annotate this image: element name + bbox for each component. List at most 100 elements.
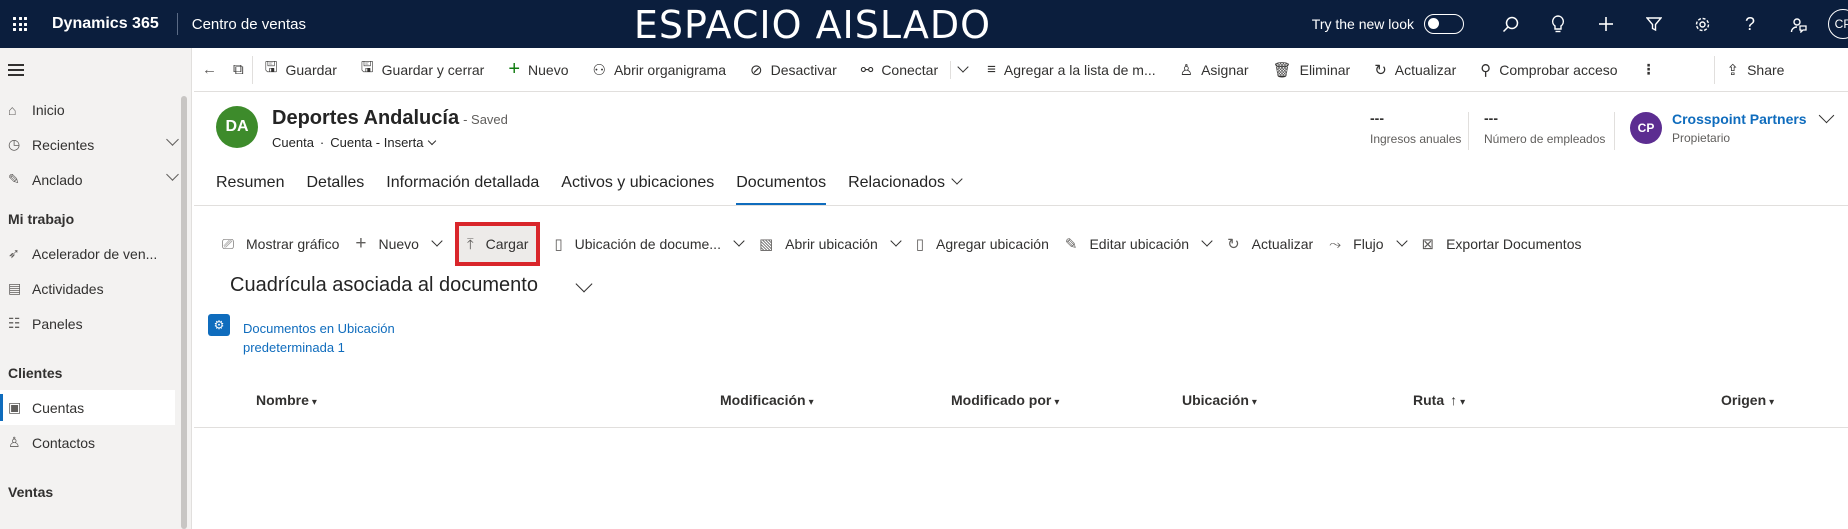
org-chart-button[interactable]: ⚇ Abrir organigrama [581, 48, 739, 92]
flow-button[interactable]: ⤳ Flujo [1321, 226, 1413, 262]
user-avatar[interactable]: CP [1828, 9, 1848, 39]
deactivate-button[interactable]: ⊘ Desactivar [738, 48, 849, 92]
show-chart-button[interactable]: ⎚ Mostrar gráfico [214, 226, 347, 262]
sidebar-item-acelerador[interactable]: ➶ Acelerador de ven... [0, 236, 191, 271]
new-look-toggle[interactable] [1424, 14, 1464, 34]
edit-location-button[interactable]: ✎ Editar ubicación [1057, 226, 1219, 262]
assign-icon: ♙ [1179, 61, 1194, 79]
refresh-icon: ↻ [1374, 61, 1387, 79]
sidebar-item-actividades[interactable]: ▤ Actividades [0, 271, 191, 306]
document-location-button[interactable]: ▯ Ubicación de docume... [546, 226, 751, 262]
new-label: Nuevo [528, 61, 569, 78]
document-location-link[interactable]: Documentos en Ubicación predeterminada 1 [243, 319, 423, 357]
chevron-down-icon[interactable] [166, 168, 179, 181]
owner-label: Propietario [1672, 131, 1731, 145]
filter-icon[interactable] [1630, 0, 1678, 48]
connect-dropdown-button[interactable] [951, 48, 975, 92]
grid-title: Cuadrícula asociada al documento [230, 274, 538, 296]
chevron-down-icon: ▾ [808, 397, 814, 408]
delete-button[interactable]: 🗑 Eliminar [1261, 48, 1363, 92]
export-documents-button[interactable]: ⊠ Exportar Documentos [1414, 226, 1590, 262]
column-header-modificacion[interactable]: Modificación ▾ [720, 392, 814, 408]
pin-icon: ✎ [8, 171, 20, 187]
separator-dot: · [319, 135, 325, 150]
record-tabs: Resumen Detalles Información detallada A… [194, 165, 972, 205]
connect-icon: ⚯ [860, 61, 874, 79]
open-location-label: Abrir ubicación [785, 236, 878, 252]
column-header-origen[interactable]: Origen ▾ [1721, 392, 1774, 408]
feedback-icon[interactable] [1774, 0, 1822, 48]
chevron-down-icon[interactable] [1818, 107, 1835, 124]
tab-resumen[interactable]: Resumen [216, 165, 284, 205]
new-button[interactable]: + Nuevo [496, 48, 580, 92]
chevron-down-icon: ▾ [1460, 397, 1466, 408]
tab-informacion-detallada[interactable]: Información detallada [386, 165, 539, 205]
tab-relacionados[interactable]: Relacionados [848, 165, 963, 205]
sidebar-scrollbar[interactable] [181, 96, 187, 529]
search-icon[interactable] [1486, 0, 1534, 48]
sidebar-item-recientes[interactable]: ◷ Recientes [0, 127, 191, 162]
record-title: Deportes Andalucía - Saved [272, 107, 508, 130]
deactivate-icon: ⊘ [750, 61, 763, 79]
form-selector[interactable]: Cuenta - Inserta [330, 135, 423, 150]
hamburger-menu-icon[interactable] [0, 48, 191, 92]
refresh-label: Actualizar [1394, 61, 1457, 78]
new-label: Nuevo [378, 236, 419, 252]
save-button[interactable]: 🖫 Guardar [253, 48, 349, 92]
column-header-ruta[interactable]: Ruta ↑ ▾ [1413, 392, 1465, 408]
sidebar-item-label: Inicio [32, 101, 65, 118]
gear-icon[interactable] [1678, 0, 1726, 48]
refresh-button[interactable]: ↻ Actualizar [1362, 48, 1468, 92]
lightbulb-icon[interactable] [1534, 0, 1582, 48]
upload-button[interactable]: ⤒ Cargar [454, 222, 541, 266]
sidebar-item-contactos[interactable]: ♙ Contactos [0, 425, 191, 460]
sidebar-item-label: Anclado [32, 171, 83, 188]
sidebar-item-cuentas[interactable]: ▣ Cuentas [0, 390, 175, 425]
chevron-down-icon: ▾ [1251, 397, 1257, 408]
help-icon[interactable]: ? [1726, 0, 1774, 48]
column-label: Nombre [256, 392, 309, 408]
chevron-down-icon [733, 235, 745, 247]
tab-activos-ubicaciones[interactable]: Activos y ubicaciones [561, 165, 714, 205]
key-icon: ⚲ [1480, 61, 1492, 79]
column-header-ubicacion[interactable]: Ubicación ▾ [1182, 392, 1257, 408]
sidebar-item-paneles[interactable]: ☷ Paneles [0, 306, 191, 341]
add-to-list-button[interactable]: ≡ Agregar a la lista de m... [975, 48, 1168, 92]
chevron-down-icon[interactable] [428, 136, 437, 146]
column-header-modificado-por[interactable]: Modificado por ▾ [951, 392, 1059, 408]
new-document-button[interactable]: + Nuevo [347, 226, 449, 262]
check-access-button[interactable]: ⚲ Comprobar acceso [1468, 48, 1629, 92]
back-button[interactable]: ← [194, 48, 225, 92]
save-close-button[interactable]: 🖫 Guardar y cerrar [349, 48, 496, 92]
sidebar-item-label: Actividades [32, 280, 104, 297]
delete-label: Eliminar [1299, 61, 1351, 78]
sidebar-item-label: Cuentas [32, 399, 85, 416]
plus-icon[interactable] [1582, 0, 1630, 48]
column-header-nombre[interactable]: Nombre ▾ [256, 392, 317, 408]
owner-link[interactable]: Crosspoint Partners [1672, 111, 1807, 127]
connect-label: Conectar [881, 61, 939, 78]
edit-location-label: Editar ubicación [1089, 236, 1190, 252]
sidebar-item-inicio[interactable]: ⌂ Inicio [0, 92, 191, 127]
sidebar-item-anclado[interactable]: ✎ Anclado [0, 162, 191, 197]
open-location-button[interactable]: ▧ Abrir ubicación [751, 226, 908, 262]
share-label: Share [1747, 61, 1785, 78]
share-button[interactable]: ⇪ Share [1715, 48, 1797, 92]
tab-documentos[interactable]: Documentos [736, 165, 826, 205]
sidebar-item-label: Acelerador de ven... [32, 245, 158, 262]
open-new-window-button[interactable]: ⧉ [225, 48, 252, 92]
location-link-line1: Documentos en Ubicación [243, 321, 395, 336]
assign-button[interactable]: ♙ Asignar [1168, 48, 1261, 92]
more-commands-button[interactable]: ⋮ [1630, 48, 1668, 92]
annual-revenue-value: --- [1370, 110, 1384, 126]
tab-detalles[interactable]: Detalles [306, 165, 364, 205]
view-selector-chevron-icon[interactable] [575, 275, 593, 293]
column-label: Origen [1721, 392, 1767, 408]
refresh-documents-button[interactable]: ↻ Actualizar [1219, 226, 1321, 262]
entity-name: Cuenta [272, 135, 314, 150]
add-location-button[interactable]: ▯ Agregar ubicación [908, 226, 1057, 262]
chevron-down-icon [951, 173, 963, 185]
connect-button[interactable]: ⚯ Conectar [849, 48, 950, 92]
documents-command-bar: ⎚ Mostrar gráfico + Nuevo ⤒ Cargar ▯ Ubicaci… [194, 220, 1848, 268]
chevron-down-icon[interactable] [166, 133, 179, 146]
